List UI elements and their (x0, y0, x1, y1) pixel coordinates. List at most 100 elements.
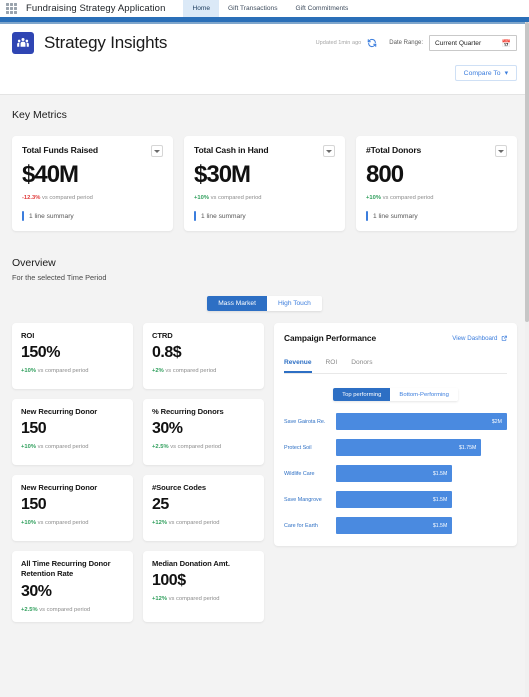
delta-label: vs compared period (37, 520, 89, 527)
segment-high-touch[interactable]: High Touch (266, 296, 322, 311)
overview-card-title: Median Donation Amt. (152, 559, 230, 568)
delta-value: +2% (152, 368, 164, 375)
date-range-select[interactable]: Current Quarter 📅 (429, 35, 517, 51)
chevron-down-icon[interactable] (151, 145, 163, 157)
delta-label: vs compared period (382, 195, 434, 201)
delta-value: +10% (194, 195, 209, 201)
header-controls: Updated 1min ago Date Range: Current Qua… (316, 35, 517, 51)
overview-card-title: CTRD (152, 331, 173, 340)
table-row[interactable]: Protect Soil $1.75M (284, 439, 507, 456)
metric-card-title: Total Funds Raised (22, 145, 98, 155)
summary-text: 1 line summary (373, 212, 418, 220)
metric-card-summary: 1 line summary (366, 211, 507, 221)
bar-category-label: Save Gairota Re. (284, 418, 326, 425)
metric-card-summary: 1 line summary (194, 211, 335, 221)
campaign-performance-tabs: Revenue ROI Donors (284, 359, 507, 374)
date-range-value: Current Quarter (435, 39, 482, 47)
chevron-down-icon[interactable] (495, 145, 507, 157)
overview-card-delta: +10% vs compared period (21, 520, 124, 526)
overview-card-roi: ROI 150% +10% vs compared period (12, 323, 133, 389)
bar-fill: $2M (336, 413, 507, 430)
overview-card-delta: +2.5% vs compared period (21, 607, 124, 613)
bar-value-label: $1.5M (432, 496, 448, 503)
table-row[interactable]: Save Mangrove $1.5M (284, 491, 507, 508)
delta-value: -12.3% (22, 195, 41, 201)
overview-card-value: 150 (21, 496, 47, 514)
overview-card-title: All Time Recurring Donor Retention Rate (21, 559, 111, 579)
overview-card-delta: +2% vs compared period (152, 368, 255, 374)
refresh-icon[interactable] (367, 38, 377, 48)
overview-card-percent-recurring-donors: % Recurring Donors 30% +2.5% vs compared… (143, 399, 264, 465)
view-dashboard-link[interactable]: View Dashboard (452, 335, 507, 342)
metric-card-total-donors: #Total Donors 800 +10% vs compared perio… (356, 136, 517, 231)
chevron-down-icon[interactable] (323, 145, 335, 157)
table-row[interactable]: Wildlife Care $1.5M (284, 465, 507, 482)
nav-tab-gift-transactions[interactable]: Gift Transactions (219, 0, 286, 17)
delta-value: +12% (152, 596, 167, 603)
overview-card-value: 25 (152, 496, 169, 514)
delta-label: vs compared period (168, 596, 220, 603)
delta-label: vs compared period (42, 195, 93, 201)
overview-metric-grid: ROI 150% +10% vs compared period CTRD 0.… (12, 323, 264, 622)
view-dashboard-label: View Dashboard (452, 334, 498, 342)
delta-value: +12% (152, 520, 167, 527)
summary-accent-bar (194, 211, 196, 221)
overview-card-delta: +12% vs compared period (152, 520, 255, 526)
overview-card-median-donation-amount: Median Donation Amt. 100$ +12% vs compar… (143, 551, 264, 622)
overview-card-value: 0.8$ (152, 344, 182, 362)
delta-label: vs compared period (210, 195, 262, 201)
summary-text: 1 line summary (201, 212, 246, 220)
page-header: Strategy Insights Updated 1min ago Date … (0, 24, 529, 95)
bar-track: $1.5M (336, 465, 507, 482)
metric-card-value: 800 (366, 161, 404, 188)
overview-card-title: New Recurring Donor (21, 483, 98, 492)
tab-revenue[interactable]: Revenue (284, 359, 312, 373)
metric-card-total-funds-raised: Total Funds Raised $40M -12.3% vs compar… (12, 136, 173, 231)
scrollbar-thumb[interactable] (525, 22, 529, 322)
app-name: Fundraising Strategy Application (26, 3, 166, 14)
table-row[interactable]: Save Gairota Re. $2M (284, 413, 507, 430)
calendar-icon: 📅 (501, 38, 511, 48)
overview-card-title: #Source Codes (152, 483, 206, 492)
key-metrics-cards: Total Funds Raised $40M -12.3% vs compar… (12, 136, 517, 231)
segment-mass-market[interactable]: Mass Market (207, 296, 267, 311)
global-app-nav: Fundraising Strategy Application Home Gi… (0, 0, 529, 17)
bar-value-label: $1.75M (459, 444, 477, 451)
metric-card-value: $40M (22, 161, 79, 188)
page-scrollbar[interactable] (525, 22, 529, 697)
nav-tab-gift-commitments[interactable]: Gift Commitments (287, 0, 358, 17)
compare-to-button[interactable]: Compare To ▾ (454, 65, 517, 81)
bar-category-label: Care for Earth (284, 522, 318, 529)
delta-value: +2.5% (152, 444, 169, 451)
tab-roi[interactable]: ROI (326, 359, 338, 373)
summary-accent-bar (22, 211, 24, 221)
overview-card-title: ROI (21, 331, 35, 340)
segment-bottom-performing[interactable]: Bottom-Performing (390, 388, 458, 401)
app-nav-tabs: Home Gift Transactions Gift Commitments (183, 0, 357, 17)
metric-card-delta: +10% vs compared period (194, 195, 335, 201)
nav-tab-home[interactable]: Home (183, 0, 220, 17)
overview-card-value: 100$ (152, 572, 186, 590)
overview-card-value: 150% (21, 344, 60, 362)
overview-card-title: % Recurring Donors (152, 407, 224, 416)
metric-card-total-cash-in-hand: Total Cash in Hand $30M +10% vs compared… (184, 136, 345, 231)
bar-fill: $1.5M (336, 517, 453, 534)
bar-fill: $1.5M (336, 465, 453, 482)
metric-card-title: #Total Donors (366, 145, 422, 155)
key-metrics-title: Key Metrics (12, 109, 67, 121)
delta-label: vs compared period (165, 368, 217, 375)
delta-value: +2.5% (21, 606, 38, 613)
chevron-down-icon: ▾ (504, 70, 508, 77)
overview-subtitle: For the selected Time Period (12, 273, 107, 282)
app-launcher-icon[interactable] (6, 3, 17, 14)
summary-accent-bar (366, 211, 368, 221)
overview-title: Overview (12, 257, 56, 269)
tab-donors[interactable]: Donors (351, 359, 372, 373)
table-row[interactable]: Care for Earth $1.5M (284, 517, 507, 534)
key-metrics-section: Key Metrics Total Funds Raised $40M -12.… (0, 95, 529, 231)
campaign-performance-title: Campaign Performance (284, 333, 377, 343)
bar-fill: $1.5M (336, 491, 453, 508)
metric-card-delta: +10% vs compared period (366, 195, 507, 201)
segment-top-performing[interactable]: Top performing (333, 388, 391, 401)
delta-label: vs compared period (37, 444, 89, 451)
